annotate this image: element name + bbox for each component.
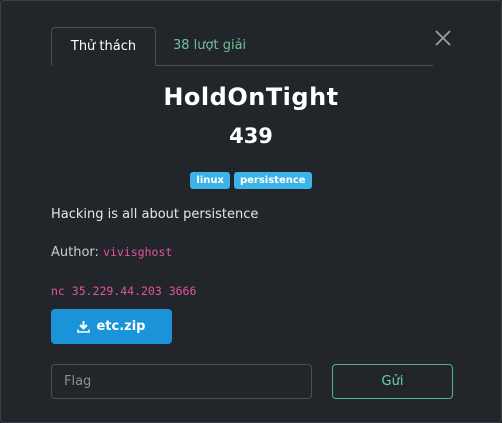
challenge-description: Hacking is all about persistence [51,207,259,222]
tab-bar: Thử thách 38 lượt giải [51,27,433,66]
flag-input[interactable] [51,364,312,399]
download-file-button[interactable]: etc.zip [51,309,172,344]
challenge-points: 439 [229,124,273,148]
challenge-title: HoldOnTight [163,83,339,111]
close-button[interactable] [433,28,453,48]
author-name: vivisghost [103,245,173,259]
challenge-modal: Thử thách 38 lượt giải HoldOnTight 439 l… [0,0,502,423]
download-icon [77,320,91,333]
tag-list: linux persistence [1,172,501,189]
file-name: etc.zip [96,319,146,334]
tab-challenge[interactable]: Thử thách [51,27,156,66]
submit-button[interactable]: Gửi [332,364,453,399]
author-line: Author: vivisghost [51,245,172,260]
tag-badge: persistence [233,172,312,189]
connection-info: nc 35.229.44.203 3666 [51,284,197,298]
close-icon [433,28,453,48]
tag-badge: linux [190,172,230,189]
author-label: Author: [51,245,99,260]
tab-solves[interactable]: 38 lượt giải [173,27,246,65]
